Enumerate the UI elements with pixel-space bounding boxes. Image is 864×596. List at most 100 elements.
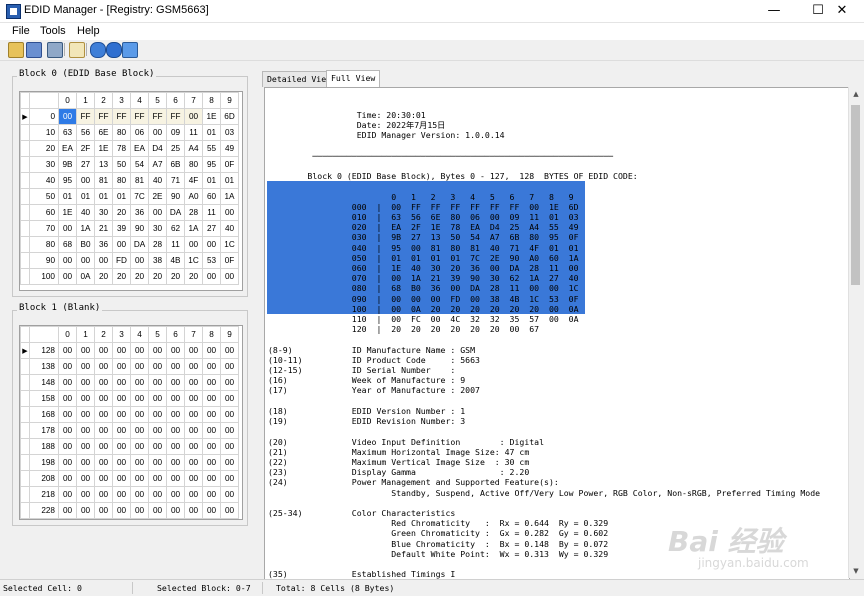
hex-cell[interactable]: 00 (76, 172, 95, 189)
hex-cell[interactable]: 00 (148, 454, 167, 471)
hex-cell[interactable]: A4 (184, 140, 203, 157)
hex-cell[interactable]: 00 (112, 438, 131, 455)
hex-cell[interactable]: 00 (184, 486, 203, 503)
grid-row[interactable]: 148 00 00 00 00 00 00 00 00 00 00 (20, 374, 239, 391)
hex-cell[interactable]: 00 (58, 486, 77, 503)
hex-cell[interactable]: 00 (202, 438, 221, 455)
hex-cell[interactable]: 00 (220, 406, 239, 423)
grid-row[interactable]: 100 00 0A 20 20 20 20 20 20 00 00 (20, 268, 239, 285)
hex-cell[interactable]: 00 (58, 220, 77, 237)
hex-cell[interactable]: 00 (220, 438, 239, 455)
grid-row[interactable]: 10 63 56 6E 80 06 00 09 11 01 03 (20, 124, 239, 141)
hex-cell[interactable]: 00 (76, 454, 95, 471)
hex-cell[interactable]: 00 (202, 236, 221, 253)
block0-table[interactable]: 0 1 2 3 4 5 6 7 8 9 ▶ 0 00 FF FF FF FF FF FF 00 1E 6D 10 63 56 6E… (20, 92, 239, 285)
hex-cell[interactable]: 80 (184, 156, 203, 173)
hex-cell[interactable]: 36 (94, 236, 113, 253)
hex-cell[interactable]: 00 (220, 454, 239, 471)
hex-cell[interactable]: 81 (94, 172, 113, 189)
edit-icon[interactable] (69, 42, 85, 58)
grid-row[interactable]: 70 00 1A 21 39 90 30 62 1A 27 40 (20, 220, 239, 237)
hex-cell[interactable]: 20 (184, 268, 203, 285)
hex-cell[interactable]: 00 (130, 470, 149, 487)
hex-cell[interactable]: 00 (184, 342, 203, 359)
grid-row[interactable]: 228 00 00 00 00 00 00 00 00 00 00 (20, 502, 239, 519)
tab-detailed-view[interactable]: Detailed View (262, 71, 337, 87)
hex-cell[interactable]: 01 (220, 172, 239, 189)
hex-cell[interactable]: 00 (58, 268, 77, 285)
hex-cell[interactable]: 00 (76, 470, 95, 487)
hex-cell[interactable]: 60 (202, 188, 221, 205)
hex-cell[interactable]: 00 (76, 358, 95, 375)
hex-cell[interactable]: 00 (130, 406, 149, 423)
hex-cell[interactable]: 00 (112, 236, 131, 253)
hex-cell[interactable]: 00 (94, 422, 113, 439)
hex-cell[interactable]: 20 (94, 268, 113, 285)
grid-row[interactable]: 218 00 00 00 00 00 00 00 00 00 00 (20, 486, 239, 503)
hex-cell[interactable]: 49 (220, 140, 239, 157)
hex-cell[interactable]: 00 (58, 390, 77, 407)
hex-cell[interactable]: 00 (94, 374, 113, 391)
hex-cell[interactable]: 00 (76, 374, 95, 391)
hex-cell[interactable]: 00 (166, 358, 185, 375)
hex-cell[interactable]: 00 (220, 374, 239, 391)
hex-cell[interactable]: 36 (130, 204, 149, 221)
hex-cell[interactable]: 40 (76, 204, 95, 221)
hex-cell[interactable]: 01 (94, 188, 113, 205)
hex-cell[interactable]: 00 (58, 454, 77, 471)
hex-cell[interactable]: 30 (94, 204, 113, 221)
menu-tools[interactable]: Tools (40, 25, 66, 37)
hex-cell[interactable]: 00 (130, 390, 149, 407)
vertical-scrollbar[interactable]: ▲ ▼ (848, 87, 863, 578)
scroll-down-icon[interactable]: ▼ (849, 564, 863, 578)
hex-cell[interactable]: 00 (184, 374, 203, 391)
hex-cell[interactable]: 27 (202, 220, 221, 237)
hex-cell[interactable]: 00 (220, 502, 239, 519)
close-button[interactable]: ✕ (820, 0, 864, 22)
hex-cell[interactable]: 20 (112, 268, 131, 285)
hex-cell[interactable]: 54 (130, 156, 149, 173)
hex-cell[interactable]: 80 (112, 124, 131, 141)
hex-cell[interactable]: 00 (220, 204, 239, 221)
hex-cell[interactable]: 00 (202, 358, 221, 375)
hex-cell[interactable]: EA (130, 140, 149, 157)
full-view-panel[interactable]: Time: 20:30:01 Date: 2022年7月15日 EDID Man… (264, 87, 850, 580)
hex-cell[interactable]: 00 (184, 108, 203, 125)
hex-cell[interactable]: 00 (184, 470, 203, 487)
hex-cell[interactable]: 00 (130, 422, 149, 439)
hex-cell[interactable]: 00 (58, 438, 77, 455)
hex-cell[interactable]: 78 (112, 140, 131, 157)
hex-cell[interactable]: 01 (76, 188, 95, 205)
hex-cell[interactable]: 00 (112, 454, 131, 471)
hex-cell[interactable]: 25 (166, 140, 185, 157)
hex-cell[interactable]: 00 (166, 406, 185, 423)
grid-row[interactable]: 40 95 00 81 80 81 40 71 4F 01 01 (20, 172, 239, 189)
hex-cell[interactable]: 2F (76, 140, 95, 157)
grid-row[interactable]: 90 00 00 00 FD 00 38 4B 1C 53 0F (20, 252, 239, 269)
hex-cell[interactable]: 1C (220, 236, 239, 253)
hex-cell[interactable]: 00 (184, 454, 203, 471)
hex-cell[interactable]: 21 (94, 220, 113, 237)
hex-cell[interactable]: 6B (166, 156, 185, 173)
hex-cell[interactable]: 00 (148, 502, 167, 519)
refresh-icon[interactable] (106, 42, 122, 58)
hex-cell[interactable]: 00 (130, 358, 149, 375)
menu-help[interactable]: Help (77, 25, 100, 37)
hex-cell[interactable]: 20 (166, 268, 185, 285)
open-registry-icon[interactable] (26, 42, 42, 58)
hex-cell[interactable]: 1C (184, 252, 203, 269)
hex-cell[interactable]: FF (94, 108, 113, 125)
hex-cell[interactable]: 38 (148, 252, 167, 269)
hex-cell[interactable]: 11 (184, 124, 203, 141)
hex-cell[interactable]: 00 (130, 252, 149, 269)
hex-cell[interactable]: 00 (94, 252, 113, 269)
hex-cell[interactable]: 00 (148, 438, 167, 455)
hex-cell[interactable]: 6D (220, 108, 239, 125)
hex-cell[interactable]: 00 (166, 502, 185, 519)
hex-cell[interactable]: 00 (94, 406, 113, 423)
hex-cell[interactable]: 81 (130, 172, 149, 189)
hex-cell[interactable]: 00 (220, 358, 239, 375)
hex-cell[interactable]: 0F (220, 252, 239, 269)
hex-cell[interactable]: 00 (148, 470, 167, 487)
hex-cell[interactable]: 20 (112, 204, 131, 221)
